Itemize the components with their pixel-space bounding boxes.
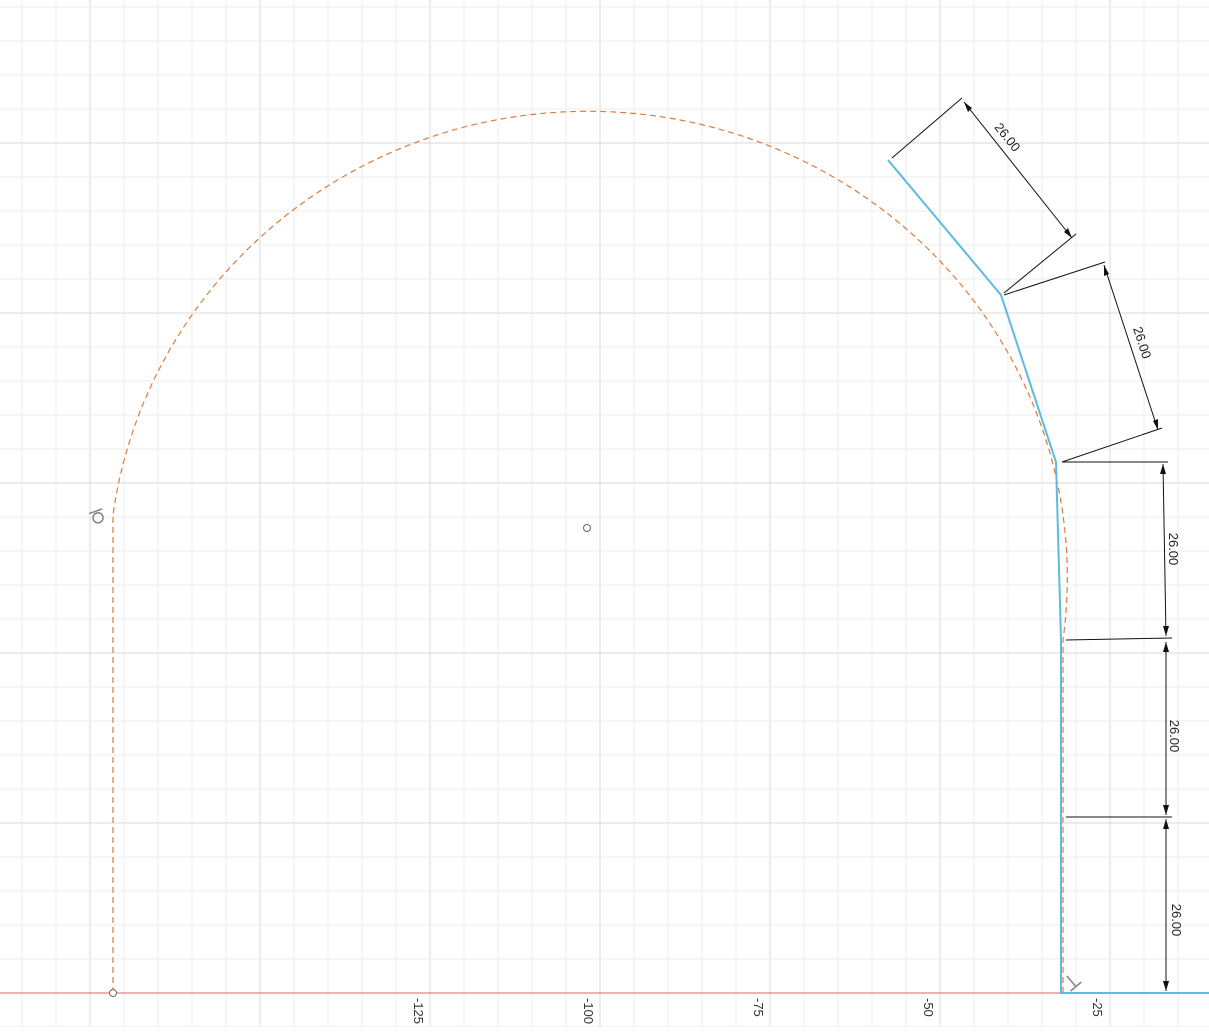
perpendicular-constraint-icon[interactable] [1061,971,1082,992]
x-axis-labels: -125 -100 -75 -50 -25 [411,998,1105,1024]
dimension-2[interactable]: 26.00 [1003,261,1163,463]
dimension-3-value: 26.00 [1166,533,1181,566]
end-point-icon[interactable] [109,989,117,997]
axis-label-neg100: -100 [581,998,596,1024]
dimension-5-value: 26.00 [1169,904,1184,937]
dimension-4[interactable]: 26.00 [1066,642,1182,818]
sketch-canvas[interactable]: 26.00 26.00 26.00 26.00 26.00 -125 -100 [0,0,1209,1028]
dimension-4-value: 26.00 [1167,720,1182,753]
axis-label-neg125: -125 [411,998,426,1024]
dimension-5[interactable]: 26.00 [1163,819,1184,991]
profile-polyline[interactable] [887,159,1209,994]
axis-label-neg25: -25 [1090,998,1105,1017]
axis-label-neg50: -50 [921,998,936,1017]
axis-label-neg75: -75 [751,998,766,1017]
sketch-svg[interactable]: 26.00 26.00 26.00 26.00 26.00 -125 -100 [0,0,1209,1028]
dimension-1[interactable]: 26.00 [891,97,1077,294]
center-point-icon[interactable] [583,524,591,532]
construction-arc[interactable] [112,110,1068,993]
sketch-grid [0,0,1209,1028]
dimension-1-value: 26.00 [991,120,1023,155]
